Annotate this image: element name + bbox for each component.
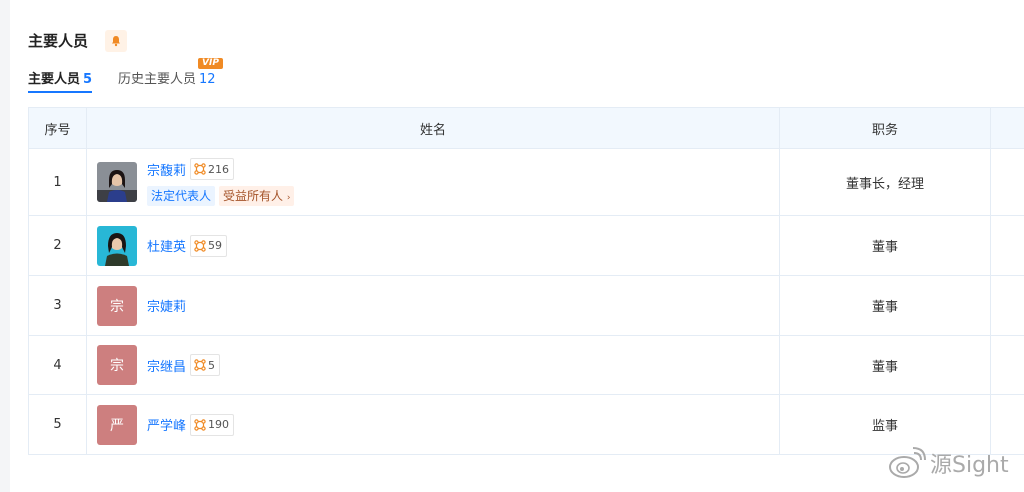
extra-cell	[990, 148, 1024, 216]
extra-cell	[990, 394, 1024, 455]
row-index: 5	[28, 394, 87, 455]
tab-main-personnel[interactable]: 主要人员 5	[28, 68, 93, 93]
header-extra	[990, 107, 1024, 149]
avatar[interactable]: 宗	[97, 285, 137, 326]
tab-history-personnel[interactable]: 历史主要人员 12	[118, 68, 216, 87]
weibo-watermark: 源Sight	[888, 447, 1009, 479]
extra-cell	[990, 335, 1024, 395]
bell-icon[interactable]	[105, 30, 127, 52]
extra-cell	[990, 215, 1024, 276]
avatar[interactable]	[97, 162, 137, 202]
section-title: 主要人员	[28, 32, 89, 50]
tab-count: 5	[83, 72, 93, 87]
table-header-row: 序号 姓名 职务	[28, 107, 1024, 149]
tab-count: 12	[199, 72, 216, 87]
table-row: 1 宗馥莉 216 法定代表人 受益所有人 › 董事长，经理	[28, 148, 1024, 216]
header-role: 职务	[779, 107, 991, 149]
table-row: 2 杜建英 59 董事	[28, 215, 1024, 276]
tab-label: 历史主要人员	[118, 72, 197, 87]
row-index: 4	[28, 335, 87, 395]
role-cell: 监事	[779, 394, 991, 455]
main-personnel-card: 主要人员 主要人员 5 历史主要人员 12 VIP 序号 姓名 职务 1 宗馥莉…	[10, 0, 1024, 492]
person-name-link[interactable]: 杜建英	[147, 236, 186, 255]
relation-count-badge[interactable]: 59	[190, 234, 228, 257]
person-name-link[interactable]: 宗继昌	[147, 356, 186, 375]
extra-cell	[990, 275, 1024, 336]
relation-icon	[194, 163, 206, 175]
row-index: 1	[28, 148, 87, 216]
table-row: 3 宗 宗婕莉 董事	[28, 275, 1024, 336]
relation-count: 59	[208, 239, 223, 252]
relation-count: 216	[208, 162, 230, 176]
relation-count: 5	[208, 358, 216, 372]
tag-legal-representative[interactable]: 法定代表人	[147, 186, 216, 206]
avatar[interactable]	[97, 225, 137, 266]
avatar[interactable]: 宗	[97, 345, 137, 385]
avatar[interactable]: 严	[97, 404, 137, 445]
watermark-text: 源Sight	[930, 453, 1009, 478]
chevron-right-icon: ›	[286, 193, 291, 203]
relation-count-badge[interactable]: 216	[190, 158, 235, 180]
personnel-table: 序号 姓名 职务 1 宗馥莉 216 法定代表人 受益所有人 › 董事长，经理 …	[28, 107, 1024, 455]
tab-active-indicator	[28, 91, 93, 93]
role-cell: 董事长，经理	[779, 148, 991, 216]
name-cell: 杜建英 59	[86, 215, 780, 276]
tag-beneficial-owner-label: 受益所有人	[223, 189, 284, 203]
name-cell: 宗 宗继昌 5	[86, 335, 780, 395]
relation-icon	[194, 418, 206, 431]
person-name-link[interactable]: 严学峰	[147, 415, 186, 434]
vip-badge: VIP	[198, 58, 223, 69]
tag-beneficial-owner[interactable]: 受益所有人 ›	[219, 186, 295, 206]
relation-count-badge[interactable]: 5	[190, 354, 221, 376]
tab-label: 主要人员	[28, 72, 81, 87]
relation-count: 190	[208, 418, 230, 431]
name-cell: 宗馥莉 216 法定代表人 受益所有人 ›	[86, 148, 780, 216]
row-index: 2	[28, 215, 87, 276]
name-cell: 严 严学峰 190	[86, 394, 780, 455]
role-cell: 董事	[779, 335, 991, 395]
relation-count-badge[interactable]: 190	[190, 413, 235, 436]
table-row: 5 严 严学峰 190 监事	[28, 394, 1024, 455]
header-name: 姓名	[86, 107, 780, 149]
person-name-link[interactable]: 宗馥莉	[147, 160, 186, 179]
name-cell: 宗 宗婕莉	[86, 275, 780, 336]
row-index: 3	[28, 275, 87, 336]
role-cell: 董事	[779, 215, 991, 276]
relation-icon	[194, 359, 206, 371]
weibo-logo-icon	[889, 447, 926, 478]
person-name-link[interactable]: 宗婕莉	[147, 296, 186, 315]
relation-icon	[194, 239, 206, 252]
table-row: 4 宗 宗继昌 5 董事	[28, 335, 1024, 395]
role-cell: 董事	[779, 275, 991, 336]
header-index: 序号	[28, 107, 87, 149]
